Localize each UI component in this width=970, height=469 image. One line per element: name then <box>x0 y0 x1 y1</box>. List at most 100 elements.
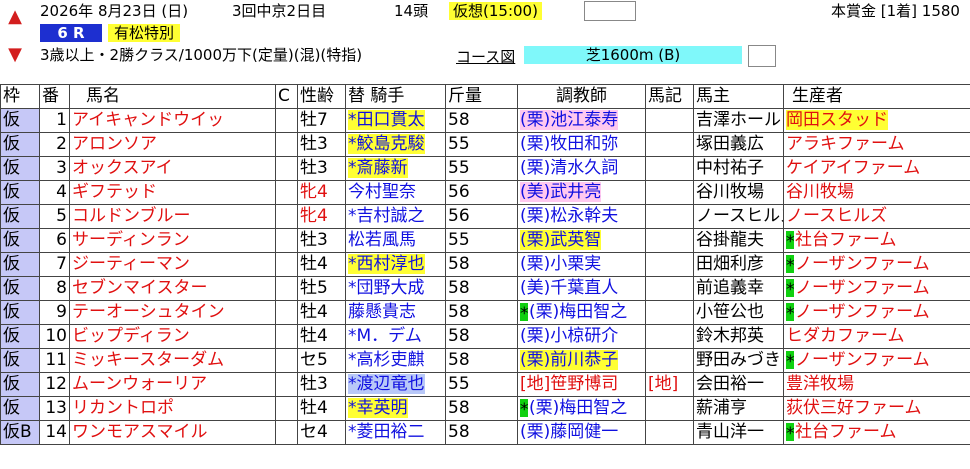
breeder-cell[interactable]: 豊洋牧場 <box>783 372 970 397</box>
owner-cell[interactable]: 谷掛龍夫 <box>693 228 784 253</box>
breeder-cell[interactable]: *ノーザンファーム <box>783 276 970 301</box>
breeder-cell[interactable]: ヒダカファーム <box>783 324 970 349</box>
jockey-cell[interactable]: *吉村誠之 <box>345 204 446 229</box>
trainer-cell[interactable]: *(栗)梅田智之 <box>517 300 646 325</box>
arrow-up-icon[interactable]: ▲ <box>6 8 24 26</box>
owner-cell[interactable]: 塚田義広 <box>693 132 784 157</box>
jockey-cell[interactable]: *M．デム <box>345 324 446 349</box>
table-row[interactable]: 仮5コルドンブルー牝4*吉村誠之56(栗)松永幹夫ノースヒルズノースヒルズ <box>0 204 970 229</box>
jockey-cell[interactable]: *高杉吏麒 <box>345 348 446 373</box>
trainer-cell[interactable]: (栗)清水久詞 <box>517 156 646 181</box>
trainer-cell[interactable]: (栗)池江泰寿 <box>517 108 646 133</box>
jockey-cell[interactable]: *渡辺竜也 <box>345 372 446 397</box>
table-row[interactable]: 仮B 14 ワンモアスマイル セ4 *菱田裕二 58 (栗)藤岡健一 青山洋一 *社台ファーム <box>0 420 970 445</box>
jockey-cell[interactable]: *鮫島克駿 <box>345 132 446 157</box>
jockey-cell[interactable]: *斎藤新 <box>345 156 446 181</box>
breeder-cell[interactable]: *ノーザンファーム <box>783 348 970 373</box>
col-weight[interactable]: 斤量 <box>445 84 518 109</box>
horse-name[interactable]: ムーンウォーリア <box>69 372 276 397</box>
col-breeder[interactable]: 生産者 <box>783 84 970 109</box>
col-owner[interactable]: 馬主 <box>693 84 784 109</box>
owner-cell[interactable]: 野田みづき <box>693 348 784 373</box>
table-row[interactable]: 仮 9 テーオーシュタイン 牡4 藤懸貴志 58 *(栗)梅田智之 小笹公也 *ノーザンファーム <box>0 300 970 325</box>
owner-cell[interactable]: 田畑利彦 <box>693 252 784 277</box>
col-name[interactable]: 馬名 <box>69 84 276 109</box>
table-row[interactable]: 仮 3 オックスアイ 牡3 *斎藤新 55 (栗)清水久詞 中村祐子 ケイアイファーム <box>0 156 970 181</box>
col-c[interactable]: C <box>275 84 298 109</box>
trainer-cell[interactable]: (栗)小椋研介 <box>517 324 646 349</box>
trainer-cell[interactable]: (美)千葉直人 <box>517 276 646 301</box>
trainer-cell[interactable]: [地]笹野博司 <box>517 372 646 397</box>
horse-name[interactable]: セブンマイスター <box>69 276 276 301</box>
table-row[interactable]: 仮 10 ビップディラン 牡4 *M．デム 58 (栗)小椋研介 鈴木邦英 ヒダカファーム <box>0 324 970 349</box>
breeder-cell[interactable]: *社台ファーム <box>783 420 970 445</box>
course-map-link[interactable]: コース図 <box>456 48 515 66</box>
horse-name[interactable]: ギフテッド <box>69 180 276 205</box>
horse-name[interactable]: リカントロポ <box>69 396 276 421</box>
breeder-cell[interactable]: ケイアイファーム <box>783 156 970 181</box>
trainer-cell[interactable]: (栗)藤岡健一 <box>517 420 646 445</box>
breeder-cell[interactable]: 荻伏三好ファーム <box>783 396 970 421</box>
trainer-cell[interactable]: (栗)小栗実 <box>517 252 646 277</box>
table-row[interactable]: 仮 11 ミッキースターダム セ5 *高杉吏麒 58 (栗)前川恭子 野田みづき *ノーザンファ… <box>0 348 970 373</box>
horse-name[interactable]: アロンソア <box>69 132 276 157</box>
owner-cell[interactable]: 小笹公也 <box>693 300 784 325</box>
jockey-cell[interactable]: 今村聖奈 <box>345 180 446 205</box>
breeder-cell[interactable]: ノースヒルズ <box>783 204 970 229</box>
trainer-cell[interactable]: *(栗)梅田智之 <box>517 396 646 421</box>
owner-cell[interactable]: 薪浦亨 <box>693 396 784 421</box>
table-row[interactable]: 仮 4 ギフテッド 牝4 今村聖奈 56 (美)武井亮 谷川牧場 谷川牧場 <box>0 180 970 205</box>
table-row[interactable]: 仮 1 アイキャンドウイッ 牡7 *田口貫太 58 (栗)池江泰寿 吉澤ホール 岡田スタッド <box>0 108 970 133</box>
arrow-down-icon[interactable]: ▼ <box>6 46 24 64</box>
jockey-cell[interactable]: 松若風馬 <box>345 228 446 253</box>
breeder-cell[interactable]: *ノーザンファーム <box>783 252 970 277</box>
breeder-cell[interactable]: 谷川牧場 <box>783 180 970 205</box>
trainer-cell[interactable]: (栗)前川恭子 <box>517 348 646 373</box>
horse-name[interactable]: サーディンラン <box>69 228 276 253</box>
jockey-cell[interactable]: *菱田裕二 <box>345 420 446 445</box>
trainer-cell[interactable]: (栗)武英智 <box>517 228 646 253</box>
table-row[interactable]: 仮 7 ジーティーマン 牡4 *西村淳也 58 (栗)小栗実 田畑利彦 *ノーザンファーム <box>0 252 970 277</box>
col-waku[interactable]: 枠 <box>0 84 40 109</box>
col-trainer[interactable]: 調教師 <box>517 84 646 109</box>
horse-name[interactable]: アイキャンドウイッ <box>69 108 276 133</box>
col-sex-age[interactable]: 性齢 <box>297 84 346 109</box>
owner-cell[interactable]: 吉澤ホール <box>693 108 784 133</box>
virtual-time-box[interactable] <box>584 1 636 21</box>
table-row[interactable]: 仮 8 セブンマイスター 牡5 *団野大成 58 (美)千葉直人 前追義幸 *ノーザンファーム <box>0 276 970 301</box>
jockey-cell[interactable]: *団野大成 <box>345 276 446 301</box>
table-row[interactable]: 仮 6 サーディンラン 牡3 松若風馬 55 (栗)武英智 谷掛龍夫 *社台ファーム <box>0 228 970 253</box>
trainer-cell[interactable]: (美)武井亮 <box>517 180 646 205</box>
owner-cell[interactable]: 鈴木邦英 <box>693 324 784 349</box>
col-jockey[interactable]: 替 騎手 <box>345 84 446 109</box>
breeder-cell[interactable]: *ノーザンファーム <box>783 300 970 325</box>
jockey-cell[interactable]: 藤懸貴志 <box>345 300 446 325</box>
owner-cell[interactable]: 青山洋一 <box>693 420 784 445</box>
owner-cell[interactable]: 会田裕一 <box>693 372 784 397</box>
horse-name[interactable]: ワンモアスマイル <box>69 420 276 445</box>
col-mark[interactable]: 馬記 <box>645 84 694 109</box>
jockey-cell[interactable]: *西村淳也 <box>345 252 446 277</box>
owner-cell[interactable]: 前追義幸 <box>693 276 784 301</box>
breeder-cell[interactable]: *社台ファーム <box>783 228 970 253</box>
table-row[interactable]: 仮 12 ムーンウォーリア 牡3 *渡辺竜也 55 [地]笹野博司 [地] 会田裕一 豊洋牧場 <box>0 372 970 397</box>
breeder-cell[interactable]: 岡田スタッド <box>783 108 970 133</box>
horse-name[interactable]: オックスアイ <box>69 156 276 181</box>
breeder-cell[interactable]: アラキファーム <box>783 132 970 157</box>
table-row[interactable]: 仮 2 アロンソア 牡3 *鮫島克駿 55 (栗)牧田和弥 塚田義広 アラキファーム <box>0 132 970 157</box>
jockey-cell[interactable]: *幸英明 <box>345 396 446 421</box>
trainer-cell[interactable]: (栗)牧田和弥 <box>517 132 646 157</box>
jockey-cell[interactable]: *田口貫太 <box>345 108 446 133</box>
table-row[interactable]: 仮 13 リカントロポ 牡4 *幸英明 58 *(栗)梅田智之 薪浦亨 荻伏三好ファーム <box>0 396 970 421</box>
owner-cell[interactable]: 中村祐子 <box>693 156 784 181</box>
trainer-cell[interactable]: (栗)松永幹夫 <box>517 204 646 229</box>
owner-cell[interactable]: ノースヒルズ <box>693 204 784 229</box>
course-extra-box[interactable] <box>748 45 776 67</box>
horse-name[interactable]: テーオーシュタイン <box>69 300 276 325</box>
col-ban[interactable]: 番 <box>39 84 70 109</box>
horse-name[interactable]: ビップディラン <box>69 324 276 349</box>
owner-cell[interactable]: 谷川牧場 <box>693 180 784 205</box>
horse-name[interactable]: ジーティーマン <box>69 252 276 277</box>
horse-name[interactable]: ミッキースターダム <box>69 348 276 373</box>
horse-name[interactable]: コルドンブルー <box>69 204 276 229</box>
